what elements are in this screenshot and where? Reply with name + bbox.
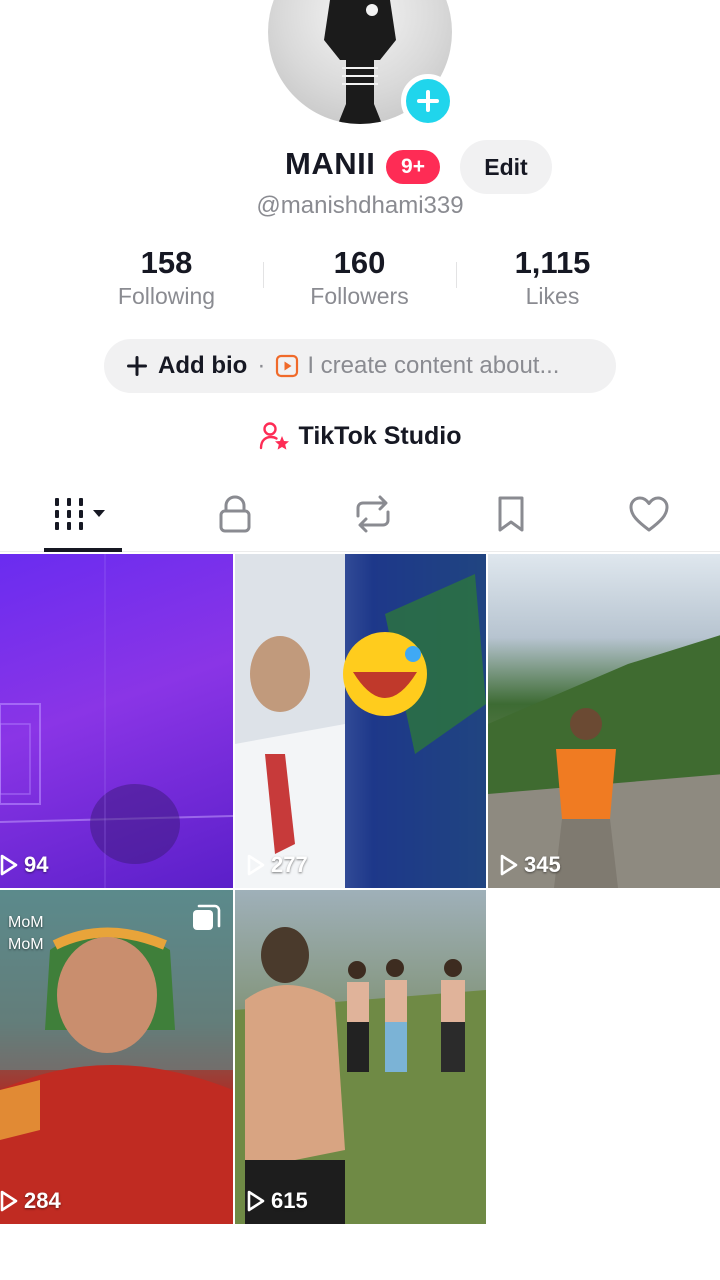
heart-icon xyxy=(627,494,671,539)
add-bio-label: Add bio xyxy=(158,352,248,379)
video-grid: 94 277 345 MoM MoM 284 615 xyxy=(0,554,720,1224)
video-thumbnail[interactable]: 277 xyxy=(235,554,486,888)
tiktok-studio-label: TikTok Studio xyxy=(298,421,462,450)
stat-value: 160 xyxy=(333,245,386,280)
tab-reposts[interactable] xyxy=(304,486,442,546)
multi-image-icon xyxy=(191,904,221,939)
play-icon xyxy=(247,854,265,876)
view-count-label: 345 xyxy=(524,852,561,877)
add-bio-pill[interactable]: Add bio · I create content about... xyxy=(104,339,616,393)
video-thumbnail[interactable]: MoM MoM 284 xyxy=(0,890,233,1224)
video-view-count: 277 xyxy=(247,852,308,878)
stat-likes[interactable]: 1,115 Likes xyxy=(456,244,649,314)
stat-followers[interactable]: 160 Followers xyxy=(263,244,456,314)
username: @manishdhami339 xyxy=(256,192,464,219)
video-view-count: 345 xyxy=(500,852,561,878)
play-icon xyxy=(247,1190,265,1212)
display-name: MANII xyxy=(285,146,376,181)
play-square-icon xyxy=(275,354,299,378)
video-view-count: 94 xyxy=(0,852,48,878)
view-count-label: 615 xyxy=(271,1188,308,1213)
video-view-count: 615 xyxy=(247,1188,308,1214)
stat-divider xyxy=(456,262,457,288)
view-count-label: 284 xyxy=(24,1188,61,1213)
notification-badge[interactable]: 9+ xyxy=(386,150,440,184)
tab-private[interactable] xyxy=(166,486,304,546)
stat-value: 1,115 xyxy=(514,245,591,280)
bookmark-icon xyxy=(494,494,528,539)
thumbnail-art xyxy=(235,554,486,888)
profile-name-row: MANII 9+ Edit xyxy=(0,140,720,194)
videos-grid-icon xyxy=(53,494,113,539)
video-caption: MoM MoM xyxy=(8,914,44,953)
stat-following[interactable]: 158 Following xyxy=(70,244,263,314)
thumbnail-art xyxy=(235,927,486,1224)
profile-tabs xyxy=(0,486,720,552)
bio-separator: · xyxy=(257,352,266,379)
stat-divider xyxy=(263,262,264,288)
tab-favorites[interactable] xyxy=(442,486,580,546)
edit-profile-button[interactable]: Edit xyxy=(460,140,552,194)
play-icon xyxy=(0,1190,18,1212)
play-icon xyxy=(0,854,18,876)
add-bio-button[interactable]: Add bio xyxy=(126,352,247,380)
stat-label: Followers xyxy=(310,283,409,309)
stat-value: 158 xyxy=(140,245,193,280)
bio-placeholder: I create content about... xyxy=(307,352,560,379)
thumbnail-art xyxy=(0,554,233,888)
stat-label: Following xyxy=(117,283,216,309)
creator-star-icon xyxy=(259,421,291,451)
thumbnail-art xyxy=(488,635,720,888)
profile-page: MANII 9+ Edit @manishdhami339 158 Follow… xyxy=(0,0,720,1280)
view-count-label: 277 xyxy=(271,852,308,877)
play-icon xyxy=(500,854,518,876)
stat-label: Likes xyxy=(525,283,580,309)
video-thumbnail[interactable]: 615 xyxy=(235,890,486,1224)
plus-icon xyxy=(127,356,147,376)
repost-icon xyxy=(352,494,394,539)
video-thumbnail[interactable]: 345 xyxy=(488,554,720,888)
profile-stats: 158 Following 160 Followers 1,115 Likes xyxy=(70,244,650,314)
add-avatar-button[interactable] xyxy=(401,74,455,128)
tab-liked[interactable] xyxy=(580,486,718,546)
view-count-label: 94 xyxy=(24,852,49,877)
active-tab-indicator xyxy=(44,548,122,552)
lock-icon xyxy=(216,494,254,539)
tab-videos[interactable] xyxy=(0,486,166,552)
plus-icon xyxy=(417,90,439,112)
video-view-count: 284 xyxy=(0,1188,61,1214)
video-thumbnail[interactable]: 94 xyxy=(0,554,233,888)
tiktok-studio-link[interactable]: TikTok Studio xyxy=(0,416,720,456)
